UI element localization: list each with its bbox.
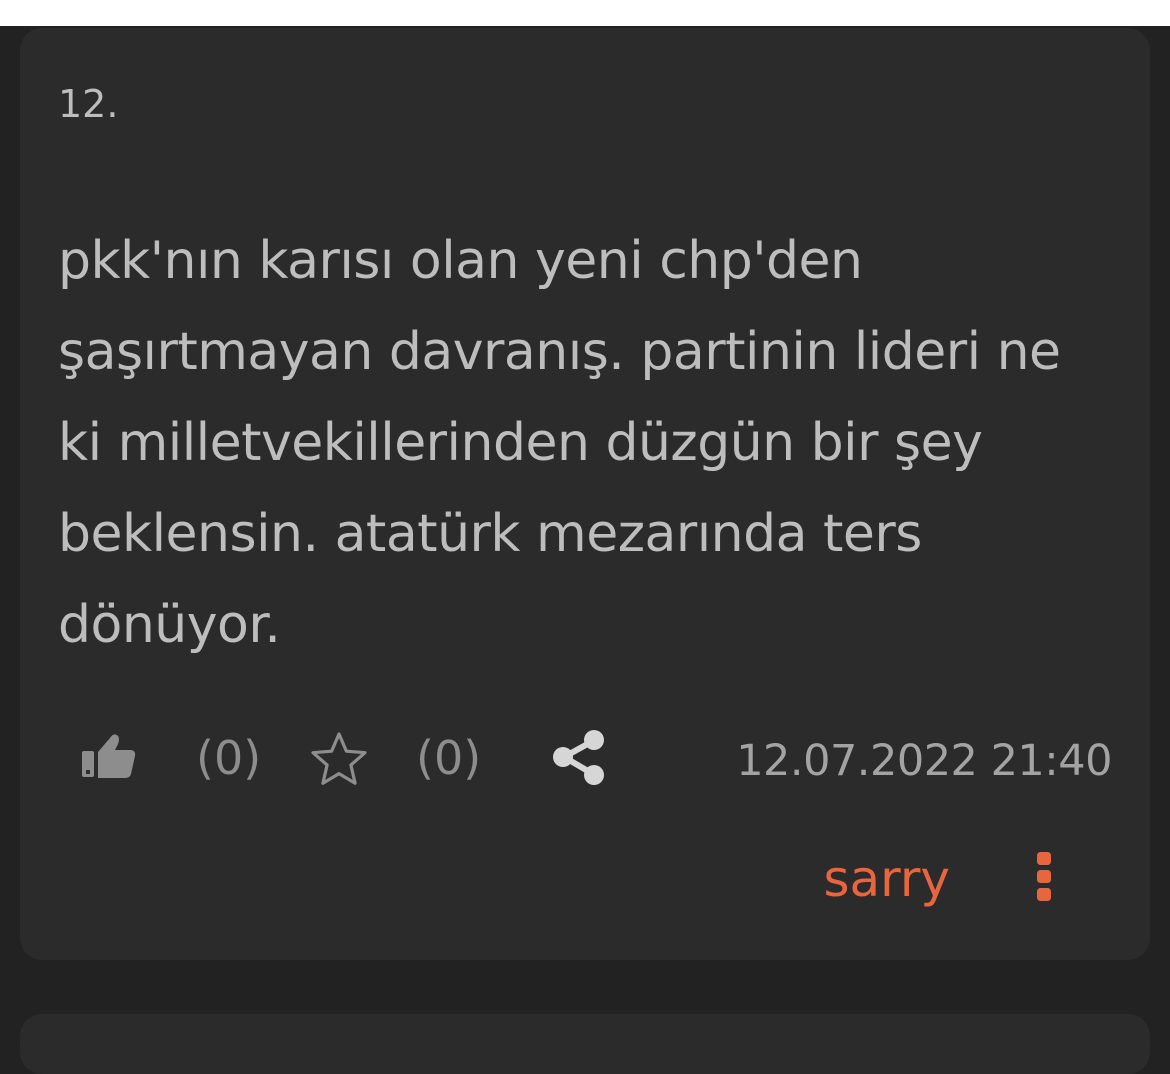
share-button[interactable]	[550, 728, 610, 788]
entry-text-line: dönüyor.	[58, 595, 281, 655]
like-button[interactable]	[80, 728, 140, 788]
like-count: (0)	[196, 731, 262, 785]
entry-number: 12.	[58, 82, 119, 126]
thumbs-up-icon	[82, 734, 136, 778]
entry-text-line: beklensin. atatürk mezarında ters	[58, 504, 922, 564]
next-entry-card	[20, 1014, 1150, 1074]
entry-text-line: pkk'nın karısı olan yeni chp'den	[58, 231, 863, 291]
status-bar-strip	[0, 0, 1170, 26]
share-icon	[553, 730, 604, 785]
entry-action-bar: (0) (0) 12.07.2022 21:40	[20, 728, 1150, 798]
star-outline-icon	[311, 732, 367, 785]
entry-content: pkk'nın karısı olan yeni chp'den şaşırtm…	[58, 216, 1118, 671]
entry-text-line: şaşırtmayan davranış. partinin lideri ne	[58, 322, 1061, 382]
entry-date: 12.07.2022 21:40	[736, 736, 1112, 786]
vertical-dots-icon	[1037, 852, 1051, 901]
author-link[interactable]: sarry	[823, 850, 950, 908]
entry-author-row: sarry	[20, 838, 1150, 918]
entry-text-line: ki milletvekillerinden düzgün bir şey	[58, 413, 983, 473]
favorite-count: (0)	[416, 731, 482, 785]
more-options-button[interactable]	[1026, 846, 1062, 908]
favorite-button[interactable]	[308, 730, 370, 788]
entry-card: 12. pkk'nın karısı olan yeni chp'den şaş…	[20, 28, 1150, 960]
